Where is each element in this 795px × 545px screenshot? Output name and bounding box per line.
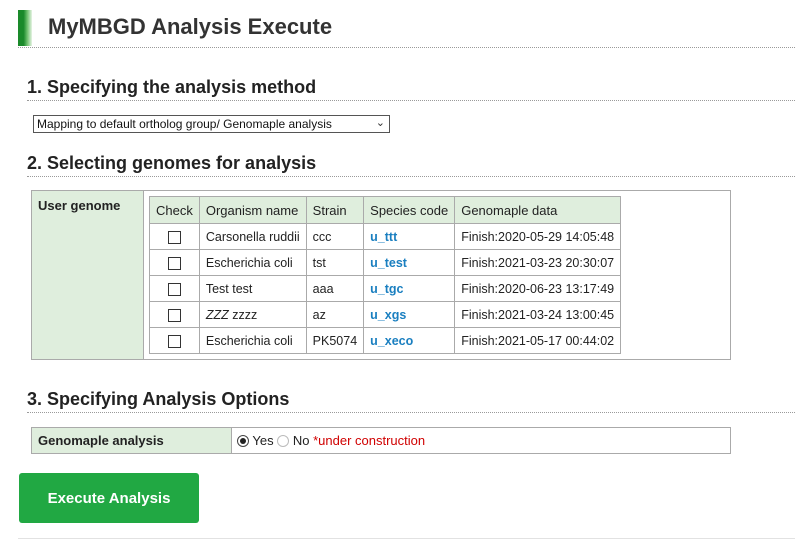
radio-yes-label: Yes <box>252 433 274 448</box>
organism-name: Escherichia coli <box>198 327 307 354</box>
genomaple-data: Finish:2020-05-29 14:05:48 <box>454 223 622 250</box>
genome-checkbox[interactable] <box>167 230 181 244</box>
organism-name: Carsonella ruddii <box>198 223 307 250</box>
radio-yes[interactable] <box>237 435 249 447</box>
genome-checkbox[interactable] <box>167 308 181 322</box>
options-box: Genomaple analysis Yes No *under constru… <box>31 427 731 454</box>
organism-name-italic: ZZZ <box>205 307 229 322</box>
species-code-link[interactable]: u_ttt <box>370 230 397 244</box>
page-title: MyMBGD Analysis Execute <box>18 8 795 48</box>
organism-name: ZZZ zzzz <box>198 301 307 328</box>
col-species-code: Species code <box>363 196 456 224</box>
table-header-row: Check Organism name Strain Species code … <box>149 196 622 224</box>
species-code-link[interactable]: u_tgc <box>370 282 403 296</box>
table-row: ZZZ zzzz az u_xgs Finish:2021-03-24 13:0… <box>149 301 622 328</box>
analysis-method-select[interactable]: Mapping to default ortholog group/ Genom… <box>33 115 390 133</box>
genomaple-data: Finish:2021-03-23 20:30:07 <box>454 249 622 276</box>
bottom-divider <box>18 538 795 539</box>
genomaple-option-label: Genomaple analysis <box>32 428 232 453</box>
organism-name: Escherichia coli <box>198 249 307 276</box>
table-row: Test test aaa u_tgc Finish:2020-06-23 13… <box>149 275 622 302</box>
genome-table: Check Organism name Strain Species code … <box>149 196 622 354</box>
table-row: Carsonella ruddii ccc u_ttt Finish:2020-… <box>149 223 622 250</box>
species-code-link[interactable]: u_xeco <box>370 334 413 348</box>
genome-checkbox[interactable] <box>167 256 181 270</box>
strain: tst <box>305 249 365 276</box>
analysis-method-selected: Mapping to default ortholog group/ Genom… <box>37 117 332 131</box>
genomaple-data: Finish:2020-06-23 13:17:49 <box>454 275 622 302</box>
organism-name-rest: zzzz <box>228 307 258 322</box>
genomaple-option-values: Yes No *under construction <box>237 433 425 448</box>
page-title-text: MyMBGD Analysis Execute <box>48 14 333 39</box>
title-accent-bar <box>18 10 32 46</box>
col-organism: Organism name <box>198 196 307 224</box>
chevron-down-icon: ⌄ <box>375 117 385 129</box>
strain: az <box>305 301 365 328</box>
user-genome-label: User genome <box>32 191 144 359</box>
organism-name: Test test <box>198 275 307 302</box>
col-check: Check <box>149 196 200 224</box>
genome-checkbox[interactable] <box>167 334 181 348</box>
strain: PK5074 <box>305 327 365 354</box>
col-strain: Strain <box>305 196 365 224</box>
genome-checkbox[interactable] <box>167 282 181 296</box>
radio-no-label: No <box>292 433 310 448</box>
strain: ccc <box>305 223 365 250</box>
section-heading-method: 1. Specifying the analysis method <box>27 77 795 101</box>
genome-selection-box: User genome Check Organism name Strain S… <box>31 190 731 360</box>
table-row: Escherichia coli PK5074 u_xeco Finish:20… <box>149 327 622 354</box>
table-row: Escherichia coli tst u_test Finish:2021-… <box>149 249 622 276</box>
species-code-link[interactable]: u_test <box>370 256 407 270</box>
section-heading-genomes: 2. Selecting genomes for analysis <box>27 153 795 177</box>
col-genomaple-data: Genomaple data <box>454 196 622 224</box>
strain: aaa <box>305 275 365 302</box>
genomaple-data: Finish:2021-05-17 00:44:02 <box>454 327 622 354</box>
execute-analysis-button[interactable]: Execute Analysis <box>19 473 199 523</box>
species-code-link[interactable]: u_xgs <box>370 308 406 322</box>
radio-no[interactable] <box>277 435 290 447</box>
under-construction-note: *under construction <box>313 433 426 448</box>
genomaple-data: Finish:2021-03-24 13:00:45 <box>454 301 622 328</box>
section-heading-options: 3. Specifying Analysis Options <box>27 389 795 413</box>
